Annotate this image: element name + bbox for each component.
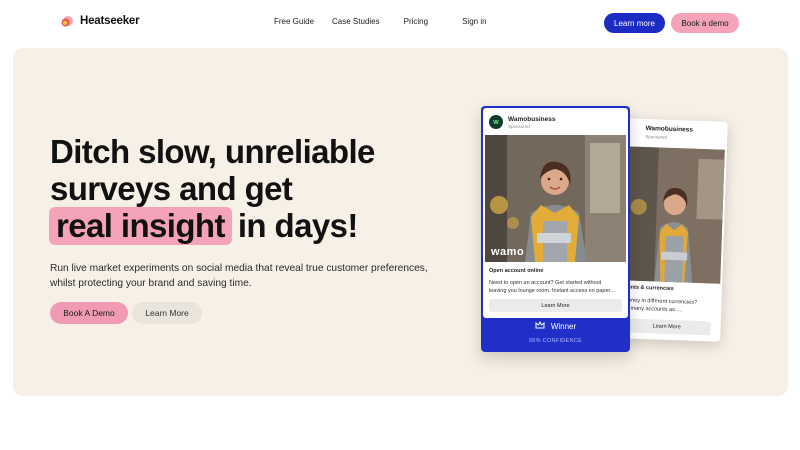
confidence-label: 95% CONFIDENCE bbox=[528, 338, 583, 344]
heatseeker-logo-icon bbox=[60, 14, 74, 28]
nav-links: Free Guide Case Studies Pricing Sign in bbox=[274, 17, 487, 26]
ad-front-body: Need to open an account? Get started wit… bbox=[489, 280, 615, 295]
ad-front-body-line-2: leaving you lounge room. Instant access … bbox=[489, 287, 615, 294]
learn-more-button[interactable]: Learn more bbox=[604, 13, 665, 33]
ad-back-photo bbox=[624, 146, 725, 284]
headline-line-3: real insight in days! bbox=[49, 207, 375, 245]
winner-label: Winner bbox=[550, 321, 577, 331]
ad-back-body: money in different currencies? as many a… bbox=[623, 296, 719, 315]
subtitle-line-1: Run live market experiments on social me… bbox=[50, 263, 428, 274]
ad-card-winner: w Wamobusiness Sponsored wamo Open accou… bbox=[481, 106, 630, 352]
ad-front-title: Open account online bbox=[489, 268, 544, 274]
ad-front-learn-more-button[interactable]: Learn More bbox=[489, 299, 622, 312]
hero-headline: Ditch slow, unreliable surveys and get r… bbox=[49, 133, 375, 245]
ad-front-sponsored: Sponsored bbox=[508, 124, 530, 129]
ad-front-content: w Wamobusiness Sponsored wamo Open accou… bbox=[483, 108, 628, 318]
nav-free-guide[interactable]: Free Guide bbox=[274, 17, 314, 26]
hero-subtitle: Run live market experiments on social me… bbox=[50, 261, 428, 291]
ad-front-photo: wamo bbox=[485, 135, 626, 262]
hero-book-demo-button[interactable]: Book A Demo bbox=[50, 302, 128, 324]
ad-back-sponsored: Sponsored bbox=[645, 134, 668, 140]
hero-learn-more-button[interactable]: Learn More bbox=[132, 302, 202, 324]
subtitle-line-2: whilst protecting your brand and saving … bbox=[50, 278, 252, 289]
ad-front-body-line-1: Need to open an account? Get started wit… bbox=[489, 280, 602, 286]
logo-text: Heatseeker bbox=[80, 15, 140, 27]
logo[interactable]: Heatseeker bbox=[60, 14, 140, 28]
wamo-avatar-icon: w bbox=[489, 115, 503, 129]
nav-pricing[interactable]: Pricing bbox=[404, 17, 428, 26]
ad-back-learn-more-button[interactable]: Learn More bbox=[622, 318, 711, 336]
book-demo-button[interactable]: Book a demo bbox=[671, 13, 739, 33]
winner-badge: Winner bbox=[481, 320, 630, 331]
wamo-watermark: wamo bbox=[491, 246, 525, 258]
nav-case-studies[interactable]: Case Studies bbox=[332, 17, 380, 26]
headline-end: in days! bbox=[237, 207, 359, 244]
headline-highlight: real insight bbox=[49, 207, 232, 245]
top-nav: Heatseeker Free Guide Case Studies Prici… bbox=[0, 0, 800, 46]
crown-icon bbox=[535, 320, 545, 331]
ad-card-back: Wamobusiness Sponsored ounts & currencie… bbox=[616, 118, 728, 342]
nav-sign-in[interactable]: Sign in bbox=[462, 17, 486, 26]
ad-back-title: ounts & currencies bbox=[623, 284, 674, 293]
headline-line-1: Ditch slow, unreliable bbox=[50, 133, 375, 170]
headline-line-2: surveys and get bbox=[50, 170, 293, 207]
ad-front-brand: Wamobusiness bbox=[508, 116, 556, 123]
ad-back-brand: Wamobusiness bbox=[645, 125, 694, 134]
